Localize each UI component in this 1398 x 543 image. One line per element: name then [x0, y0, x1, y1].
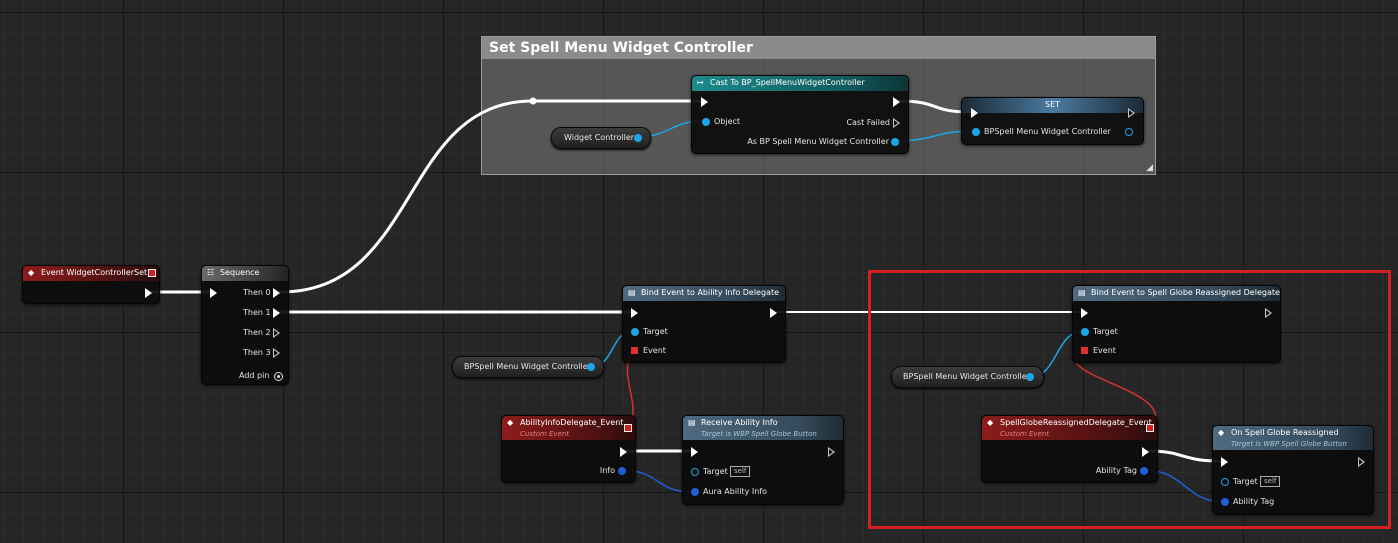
- event-label: Event: [643, 346, 666, 355]
- node-subtitle: Custom Event: [520, 430, 570, 438]
- node-set[interactable]: SET BPSpell Menu Widget Controller: [961, 97, 1144, 145]
- then-1-pin[interactable]: [273, 308, 280, 318]
- cast-failed-pin[interactable]: [893, 118, 900, 128]
- node-title: SET: [1044, 100, 1061, 109]
- object-input-pin[interactable]: [702, 118, 710, 126]
- event-diamond-icon: ◆: [28, 268, 35, 277]
- event-diamond-icon: ◆: [507, 418, 514, 427]
- exec-out-pin[interactable]: [1128, 108, 1135, 118]
- add-pin-icon[interactable]: [274, 372, 283, 381]
- target-input-pin[interactable]: [691, 468, 699, 476]
- var-bpspell-menu-widget-controller-1[interactable]: BPSpell Menu Widget Controller: [452, 356, 604, 378]
- node-receive-ability-info[interactable]: ▤ Receive Ability Info Target is WBP Spe…: [682, 415, 844, 505]
- exec-in-pin[interactable]: [701, 97, 708, 107]
- exec-in-pin[interactable]: [691, 447, 698, 457]
- function-icon: ▤: [628, 288, 636, 297]
- function-icon: ▤: [688, 418, 696, 427]
- pin-label-then-0: Then 0: [243, 288, 271, 297]
- node-title: Receive Ability Info: [701, 418, 778, 427]
- set-output-pin[interactable]: [1125, 128, 1133, 136]
- exec-in-pin[interactable]: [210, 288, 217, 298]
- target-label: Target: [703, 467, 728, 476]
- reroute-node: [529, 97, 537, 105]
- target-label: Target: [643, 327, 668, 336]
- add-pin-label[interactable]: Add pin: [239, 371, 269, 381]
- node-header: ☷ Sequence: [202, 266, 288, 281]
- object-label: Object: [714, 117, 741, 126]
- info-label: Info: [599, 466, 615, 475]
- pin-label-then-2: Then 2: [243, 328, 271, 337]
- pin-label-then-3: Then 3: [243, 348, 271, 357]
- exec-in-pin[interactable]: [971, 108, 978, 118]
- aura-ability-info-label: Aura Ability Info: [703, 487, 768, 496]
- var-output-pin[interactable]: [634, 134, 642, 142]
- node-title: Sequence: [220, 268, 260, 277]
- node-header: ◆ Event WidgetControllerSet: [23, 266, 159, 281]
- then-2-pin[interactable]: [273, 328, 280, 338]
- var-label: BPSpell Menu Widget Controller: [464, 362, 591, 371]
- set-input-pin[interactable]: [972, 128, 980, 136]
- info-output-pin[interactable]: [618, 467, 626, 475]
- exec-out-pin[interactable]: [770, 308, 777, 318]
- delegate-output-pin[interactable]: [624, 424, 632, 432]
- as-output-pin[interactable]: [891, 138, 899, 146]
- target-self-field[interactable]: self: [730, 466, 751, 477]
- node-title: AbilityInfoDelegate_Event: [520, 418, 624, 427]
- node-bind-event-ability-info-delegate[interactable]: ▤ Bind Event to Ability Info Delegate Ta…: [622, 285, 786, 363]
- exec-out-pin[interactable]: [620, 447, 627, 457]
- set-pin-label: BPSpell Menu Widget Controller: [984, 127, 1111, 136]
- pin-label-then-1: Then 1: [243, 308, 271, 317]
- aura-ability-info-input-pin[interactable]: [691, 488, 699, 496]
- then-0-pin[interactable]: [273, 288, 280, 298]
- node-header: ↦ Cast To BP_SpellMenuWidgetController: [692, 76, 908, 91]
- node-sequence[interactable]: ☷ Sequence Then 0 Then 1 Then 2 Then 3 A…: [201, 265, 289, 385]
- then-3-pin[interactable]: [273, 348, 280, 358]
- node-title: Cast To BP_SpellMenuWidgetController: [710, 78, 865, 87]
- wire-exec-cast-set: [897, 99, 972, 114]
- cast-arrows-icon: ↦: [697, 78, 704, 87]
- node-ability-info-delegate-event[interactable]: ◆ AbilityInfoDelegate_Event Custom Event…: [501, 415, 636, 483]
- exec-out-pin[interactable]: [893, 97, 900, 107]
- var-label: Widget Controller: [564, 133, 635, 142]
- node-title: Bind Event to Ability Info Delegate: [641, 288, 780, 297]
- node-header: SET: [962, 98, 1143, 113]
- exec-out-pin[interactable]: [828, 447, 835, 457]
- var-output-pin[interactable]: [587, 363, 595, 371]
- exec-out-pin[interactable]: [145, 288, 152, 298]
- highlight-rectangle: [868, 270, 1391, 529]
- exec-in-pin[interactable]: [631, 308, 638, 318]
- event-input-pin[interactable]: [631, 347, 638, 354]
- cast-failed-label: Cast Failed: [846, 118, 890, 127]
- as-output-label: As BP Spell Menu Widget Controller: [747, 137, 889, 146]
- node-header: ▤ Bind Event to Ability Info Delegate: [623, 286, 785, 301]
- target-input-pin[interactable]: [631, 328, 639, 336]
- node-event-widget-controller-set[interactable]: ◆ Event WidgetControllerSet: [22, 265, 160, 304]
- node-subtitle: Target is WBP Spell Globe Button: [701, 430, 817, 438]
- node-cast-to-bp-spell-menu-widget-controller[interactable]: ↦ Cast To BP_SpellMenuWidgetController O…: [691, 75, 909, 154]
- node-title: Event WidgetControllerSet: [41, 268, 148, 277]
- sequence-icon: ☷: [207, 268, 215, 277]
- delegate-output-pin[interactable]: [148, 269, 156, 277]
- var-widget-controller[interactable]: Widget Controller: [551, 127, 651, 149]
